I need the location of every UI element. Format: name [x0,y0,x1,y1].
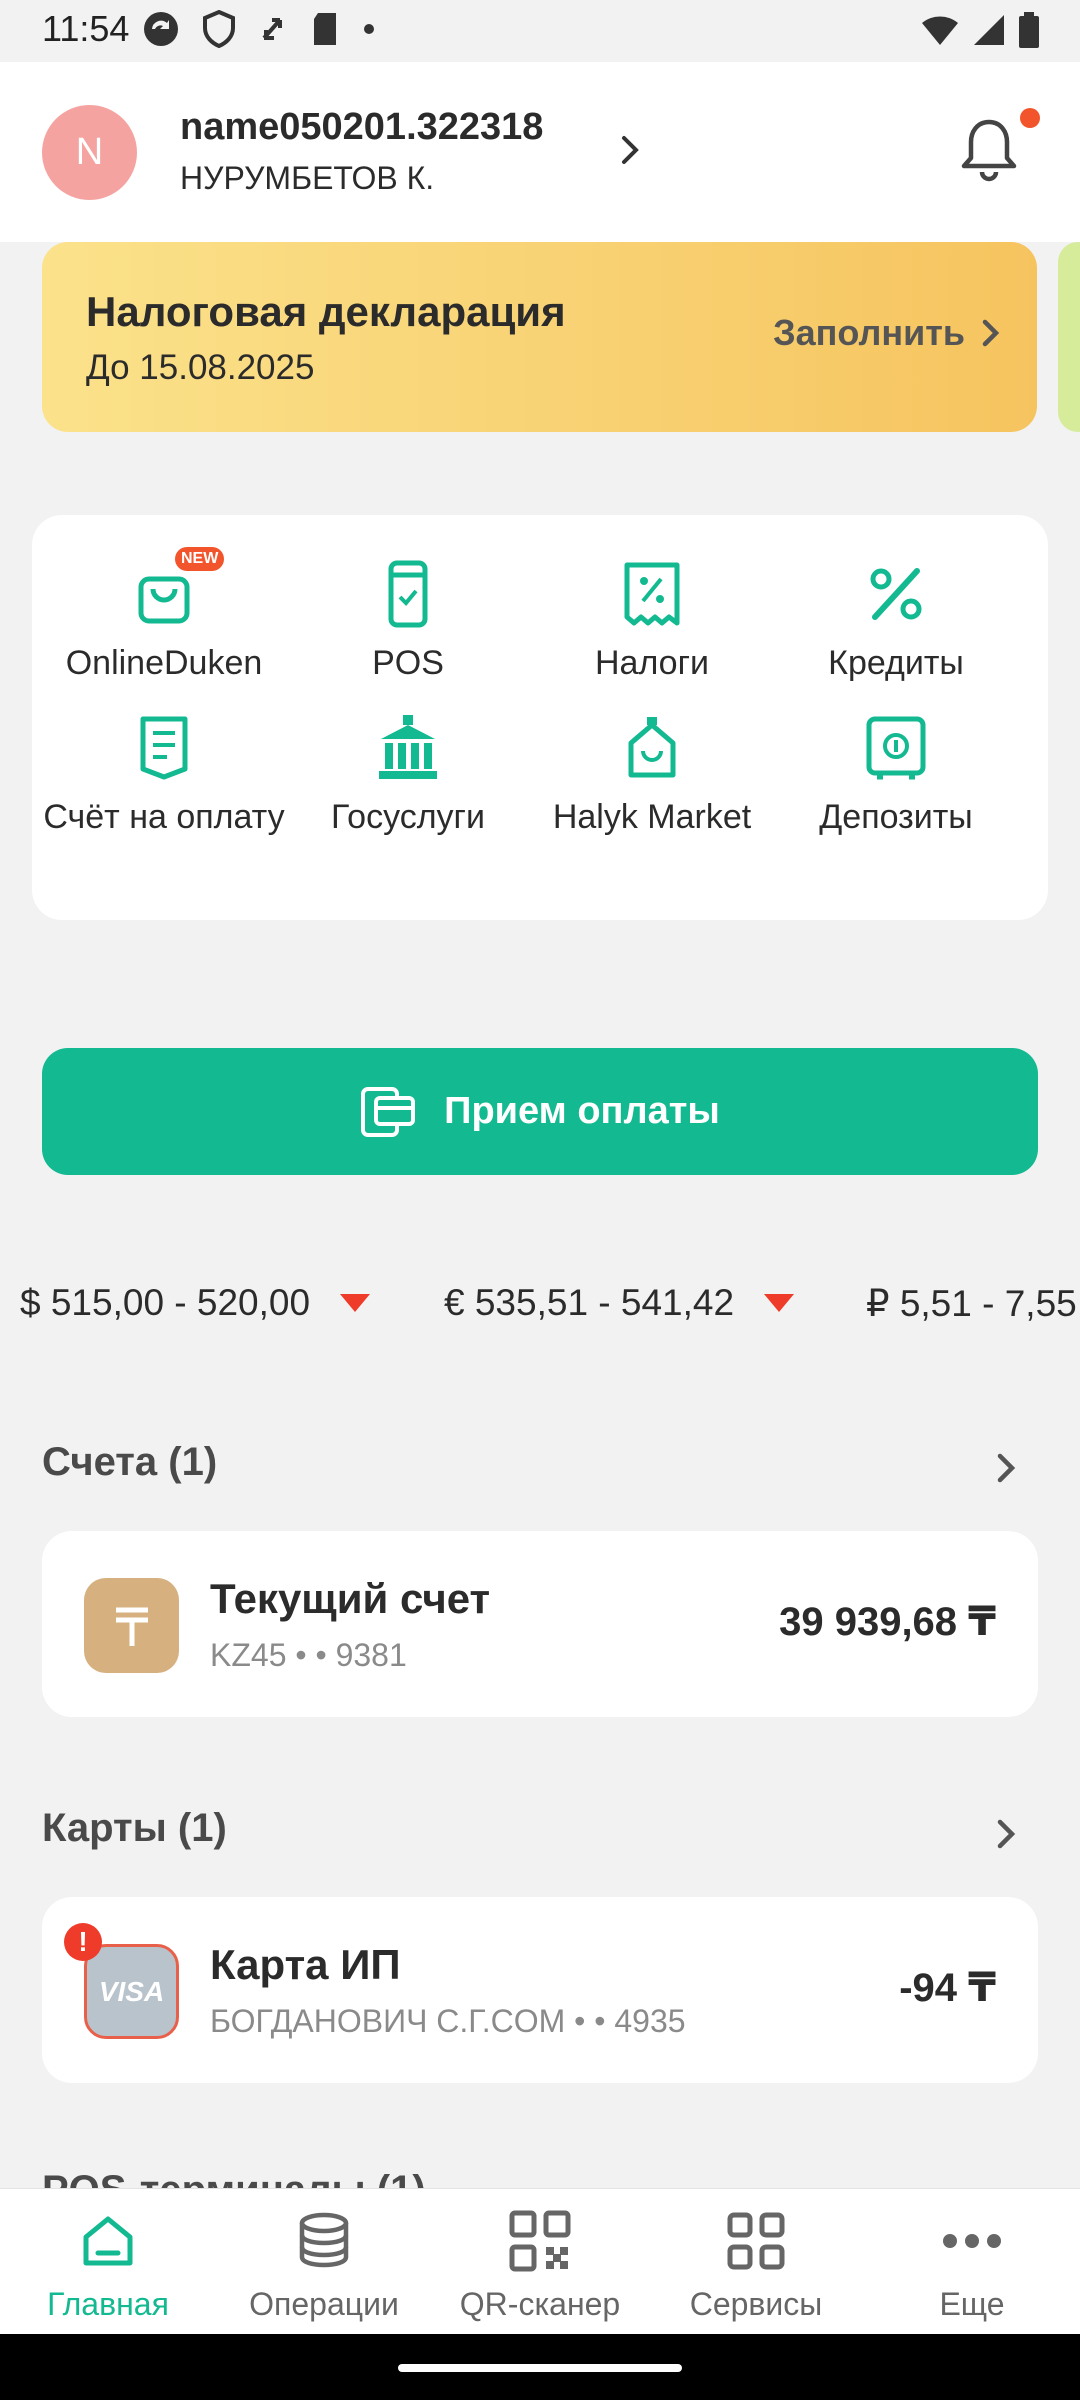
service-onlineduken[interactable]: NEW OnlineDuken [42,547,286,685]
services-grid: NEW OnlineDuken POS Налоги Кредиты Счёт … [32,515,1048,920]
user-name[interactable]: name050201.322318 [180,106,543,149]
signal-icon [974,15,1004,45]
accept-payment-button[interactable]: Прием оплаты [42,1048,1038,1175]
status-right-icons [920,12,1040,48]
battery-icon [1019,12,1039,48]
transfer-icon [262,18,282,40]
more-dots-icon [943,2234,1001,2248]
status-bar: 11:54 [0,0,1080,62]
card-balance: -94 ₸ [899,1966,996,2010]
service-invoice[interactable]: Счёт на оплату [42,713,286,839]
tax-receipt-icon [617,559,687,629]
pos-section-title[interactable]: POS-терминалы (1) [42,2168,426,2188]
status-left-icons [142,10,376,48]
ip-card[interactable]: VISA ! Карта ИП БОГДАНОВИЧ С.Г.COM • • 4… [42,1897,1038,2083]
service-label: Депозиты [819,798,973,836]
rate-text: € 535,51 - 541,42 [444,1282,735,1323]
home-icon [83,2216,133,2266]
service-label: Счёт на оплату [43,798,285,836]
account-number: KZ45 • • 9381 [210,1637,407,1673]
shopping-bag-icon: NEW [129,547,225,629]
accept-payment-label: Прием оплаты [444,1090,720,1132]
service-label: Halyk Market [552,798,752,836]
bell-icon[interactable] [958,116,1020,182]
service-pos[interactable]: POS [286,559,530,685]
user-company[interactable]: НУРУМБЕТОВ К. [180,160,434,197]
nav-label: Главная [47,2286,169,2322]
warning-icon: ! [64,1923,102,1961]
card-number: БОГДАНОВИЧ С.Г.COM • • 4935 [210,2003,686,2039]
status-time: 11:54 [42,8,130,49]
currency-rates-ticker[interactable]: $ 515,00 - 520,00 € 535,51 - 541,42 ₽ 5,… [0,1270,1080,1340]
gesture-navigation-bar [0,2334,1080,2400]
service-credits[interactable]: Кредиты [774,559,1018,685]
invoice-icon [129,713,199,783]
nav-label: QR-сканер [459,2286,621,2322]
nav-more[interactable]: Еще [864,2209,1080,2323]
market-bag-icon [617,713,687,783]
service-halyk-market[interactable]: Halyk Market [530,713,774,839]
card-name: Карта ИП [210,1941,401,1988]
rate-usd: $ 515,00 - 520,00 [20,1282,372,1324]
account-name: Текущий счет [210,1575,491,1622]
sync-icon [144,12,178,46]
profile-header: N name050201.322318 НУРУМБЕТОВ К. [0,62,1080,242]
trend-down-icon [340,1294,371,1312]
percent-icon [861,559,931,629]
sd-card-icon [314,13,336,45]
rate-eur: € 535,51 - 541,42 [444,1282,796,1324]
visa-card-icon: VISA [84,1944,179,2039]
tax-declaration-banner[interactable]: Налоговая декларация До 15.08.2025 Запол… [42,242,1037,432]
dot-icon [364,24,374,34]
safe-icon [861,713,931,783]
grid-icon [727,2212,785,2270]
bottom-navigation: Главная Операции QR-сканер Сервисы Еще [0,2188,1080,2334]
fill-declaration-button[interactable]: Заполнить [773,312,1003,354]
chevron-right-icon[interactable] [612,132,648,168]
service-gov[interactable]: Госуслуги [286,713,530,839]
nav-operations[interactable]: Операции [216,2209,432,2323]
notification-dot [1020,108,1040,128]
payment-terminal-icon [361,1086,416,1137]
qr-code-icon [509,2210,571,2272]
nav-label: Еще [939,2286,1005,2322]
rate-text: $ 515,00 - 520,00 [20,1282,311,1323]
accounts-section-title[interactable]: Счета (1) [42,1440,217,1485]
banner-deadline: До 15.08.2025 [86,348,315,387]
fill-label: Заполнить [773,312,965,353]
home-gesture-handle[interactable] [398,2364,682,2372]
current-account-card[interactable]: Текущий счет KZ45 • • 9381 39 939,68 ₸ [42,1531,1038,1717]
rate-rub: ₽ 5,51 - 7,55 [866,1282,1077,1325]
service-label: Налоги [595,644,709,682]
next-banner-peek[interactable] [1058,242,1080,432]
nav-services[interactable]: Сервисы [648,2209,864,2323]
banner-title: Налоговая декларация [86,288,566,335]
nav-label: Сервисы [689,2286,823,2322]
service-deposits[interactable]: Депозиты [774,713,1018,839]
trend-down-icon [764,1294,795,1312]
database-icon [299,2212,349,2268]
account-balance: 39 939,68 ₸ [779,1600,996,1644]
nav-qr-scanner[interactable]: QR-сканер [432,2209,648,2323]
service-label: Кредиты [828,644,964,682]
cards-section-title[interactable]: Карты (1) [42,1806,227,1851]
rate-text: ₽ 5,51 - 7,55 [866,1283,1077,1324]
wifi-icon [922,16,958,45]
service-label: OnlineDuken [65,644,263,682]
chevron-right-icon[interactable] [992,1450,1022,1486]
tenge-icon [84,1578,179,1673]
chevron-right-icon [982,319,1000,347]
service-label: POS [372,644,444,682]
government-building-icon [373,713,443,783]
avatar[interactable]: N [42,105,137,200]
new-badge: NEW [175,547,225,571]
chevron-right-icon[interactable] [992,1816,1022,1852]
service-taxes[interactable]: Налоги [530,559,774,685]
shield-icon [203,10,235,48]
pos-terminal-icon [373,559,443,629]
nav-home[interactable]: Главная [0,2209,216,2323]
service-label: Госуслуги [331,798,485,836]
nav-label: Операции [249,2286,399,2322]
